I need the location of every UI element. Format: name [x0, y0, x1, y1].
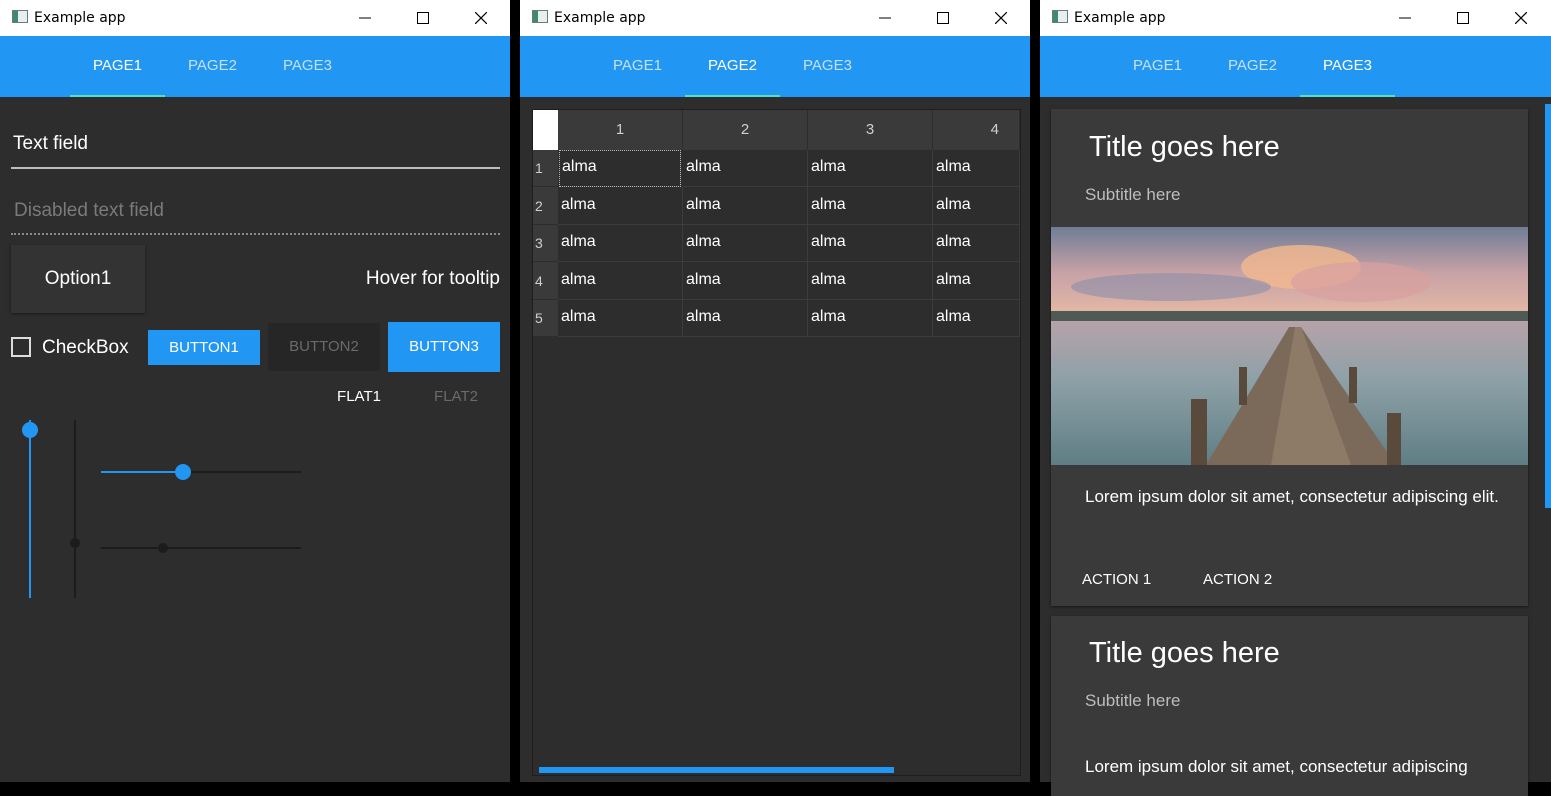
- horizontal-slider-disabled-handle: [158, 543, 168, 553]
- table-cell[interactable]: alma: [683, 300, 808, 337]
- maximize-button[interactable]: [1434, 0, 1492, 36]
- button3[interactable]: BUTTON3: [388, 322, 500, 372]
- table-cell[interactable]: alma: [808, 187, 933, 225]
- disabled-field-underline: [11, 233, 500, 235]
- column-header[interactable]: 3: [808, 110, 933, 150]
- card-subtitle: Subtitle here: [1085, 691, 1181, 710]
- disabled-text-field: Disabled text field: [14, 200, 164, 221]
- close-button[interactable]: [1492, 0, 1550, 36]
- tab-page3[interactable]: PAGE3: [780, 36, 875, 97]
- tab-page1[interactable]: PAGE1: [1110, 36, 1205, 97]
- table-cell[interactable]: alma: [683, 225, 808, 262]
- table-cell[interactable]: alma: [933, 150, 1020, 187]
- minimize-button[interactable]: [336, 0, 394, 36]
- tab-bar: PAGE1 PAGE2 PAGE3: [520, 36, 1030, 97]
- window-title: Example app: [554, 10, 646, 26]
- horizontal-scrollbar[interactable]: [539, 767, 894, 773]
- maximize-button[interactable]: [394, 0, 452, 36]
- window-page1: Example app PAGE1 PAGE2 PAGE3 Text field…: [0, 0, 510, 782]
- card-title: Title goes here: [1089, 637, 1280, 669]
- table-cell[interactable]: alma: [683, 262, 808, 300]
- window-title: Example app: [1074, 10, 1166, 26]
- checkbox[interactable]: [11, 337, 31, 357]
- table-cell[interactable]: alma: [933, 225, 1020, 262]
- card-subtitle: Subtitle here: [1085, 185, 1181, 204]
- vertical-scrollbar[interactable]: [1545, 104, 1551, 508]
- minimize-button[interactable]: [856, 0, 914, 36]
- column-header[interactable]: 2: [683, 110, 808, 150]
- action1-button[interactable]: ACTION 1: [1082, 571, 1151, 588]
- app-icon: [1052, 10, 1068, 23]
- checkbox-label[interactable]: CheckBox: [42, 337, 129, 359]
- row-header[interactable]: 4: [533, 262, 558, 300]
- card-title: Title goes here: [1089, 131, 1280, 163]
- app-icon: [12, 10, 28, 23]
- table-cell[interactable]: alma: [808, 225, 933, 262]
- card-image-pier: [1051, 227, 1528, 465]
- tab-page3[interactable]: PAGE3: [1300, 36, 1395, 97]
- table-cell[interactable]: alma: [933, 187, 1020, 225]
- sliders-area: [22, 420, 301, 598]
- card-text: Lorem ipsum dolor sit amet, consectetur …: [1085, 487, 1499, 506]
- table-cell[interactable]: alma: [559, 150, 681, 187]
- tab-bar: PAGE1 PAGE2 PAGE3: [1040, 36, 1551, 97]
- button1[interactable]: BUTTON1: [148, 330, 260, 365]
- table-cell[interactable]: alma: [558, 300, 683, 337]
- title-bar[interactable]: Example app: [520, 0, 1030, 36]
- table-cell[interactable]: alma: [558, 225, 683, 262]
- action2-button[interactable]: ACTION 2: [1203, 571, 1272, 588]
- table-cell[interactable]: alma: [683, 150, 808, 187]
- card-text: Lorem ipsum dolor sit amet, consectetur …: [1085, 757, 1468, 776]
- data-table: 1 2 3 4 1 alma alma alma alma 2 alma alm…: [532, 109, 1021, 776]
- table-cell[interactable]: alma: [808, 262, 933, 300]
- table-cell[interactable]: alma: [558, 187, 683, 225]
- app-icon: [532, 10, 548, 23]
- tab-page1[interactable]: PAGE1: [70, 36, 165, 97]
- row-header[interactable]: 2: [533, 187, 558, 225]
- text-field[interactable]: Text field: [13, 133, 88, 155]
- card-2: Title goes here Subtitle here Lorem ipsu…: [1051, 616, 1528, 796]
- title-bar[interactable]: Example app: [1040, 0, 1551, 36]
- column-header[interactable]: 4: [933, 110, 1020, 150]
- minimize-button[interactable]: [1376, 0, 1434, 36]
- row-header[interactable]: 5: [533, 300, 558, 337]
- tooltip-label[interactable]: Hover for tooltip: [320, 268, 500, 290]
- window-title: Example app: [34, 10, 126, 26]
- table-cell[interactable]: alma: [933, 262, 1020, 300]
- text-field-underline: [11, 167, 500, 169]
- column-header[interactable]: 1: [558, 110, 683, 150]
- table-cell[interactable]: alma: [558, 262, 683, 300]
- card-1: Title goes here Subtitle here Lorem ipsu…: [1051, 109, 1528, 606]
- table-cell[interactable]: alma: [808, 150, 933, 187]
- flat2-button: FLAT2: [434, 388, 478, 405]
- table-cell[interactable]: alma: [808, 300, 933, 337]
- option1-dropdown[interactable]: Option1: [11, 245, 145, 313]
- table-cell[interactable]: alma: [933, 300, 1020, 337]
- table-corner[interactable]: [533, 110, 558, 150]
- close-button[interactable]: [452, 0, 510, 36]
- vertical-slider-disabled-handle: [70, 538, 80, 548]
- table-cell[interactable]: alma: [683, 187, 808, 225]
- horizontal-slider-handle[interactable]: [175, 464, 191, 480]
- row-header[interactable]: 1: [533, 150, 558, 187]
- row-header[interactable]: 3: [533, 225, 558, 262]
- button2: BUTTON2: [268, 323, 380, 371]
- tab-page1[interactable]: PAGE1: [590, 36, 685, 97]
- vertical-slider-handle[interactable]: [22, 422, 38, 438]
- tab-bar: PAGE1 PAGE2 PAGE3: [0, 36, 510, 97]
- title-bar[interactable]: Example app: [0, 0, 510, 36]
- tab-page2[interactable]: PAGE2: [685, 36, 780, 97]
- flat1-button[interactable]: FLAT1: [320, 388, 398, 405]
- tab-page2[interactable]: PAGE2: [1205, 36, 1300, 97]
- tab-page3[interactable]: PAGE3: [260, 36, 355, 97]
- close-button[interactable]: [972, 0, 1030, 36]
- tab-page2[interactable]: PAGE2: [165, 36, 260, 97]
- maximize-button[interactable]: [914, 0, 972, 36]
